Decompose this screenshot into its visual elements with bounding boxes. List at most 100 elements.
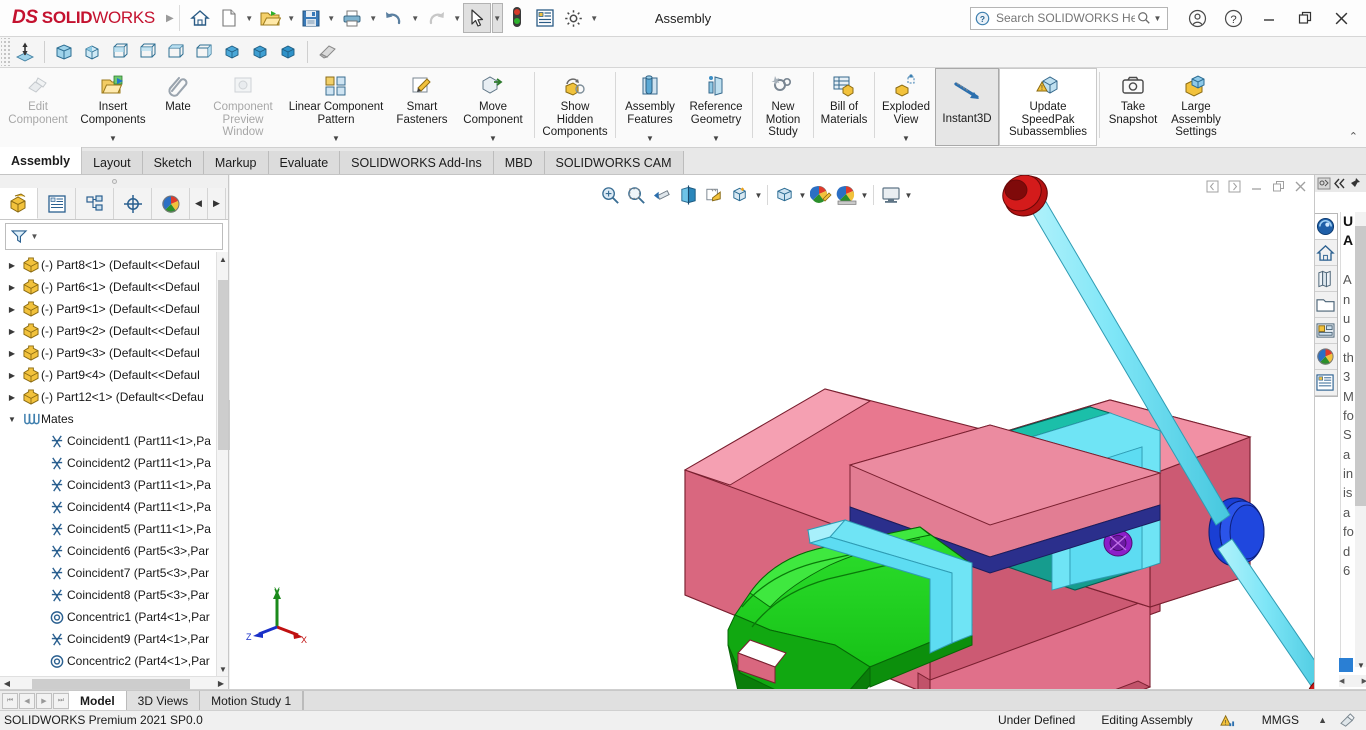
tree-item[interactable]: ▶ (-) Part9<3> (Default<<Defaul	[0, 342, 228, 364]
ribbon-show-hidden-components[interactable]: Show Hidden Components	[537, 68, 613, 146]
solidworks-forum-tab[interactable]	[1315, 370, 1337, 396]
scroll-thumb[interactable]	[218, 280, 228, 450]
tab-evaluate[interactable]: Evaluate	[268, 151, 341, 174]
help-button[interactable]: ?	[1216, 3, 1250, 33]
solidworks-logo[interactable]: DS SOLID WORKS	[0, 0, 155, 37]
solidworks-resources-tab[interactable]	[1315, 214, 1337, 240]
file-explorer-tab[interactable]	[1315, 266, 1337, 292]
search-help-box[interactable]: ? ▼	[970, 6, 1168, 30]
pin-icon[interactable]	[1348, 177, 1361, 190]
display-style-caret[interactable]: ▼	[754, 191, 763, 200]
ribbon-take-snapshot[interactable]: Take Snapshot	[1102, 68, 1164, 146]
task-pane-scrollbar[interactable]	[1355, 212, 1366, 667]
display-style-button[interactable]	[728, 182, 753, 208]
ribbon-mate[interactable]: Mate	[152, 68, 204, 146]
ribbon-dropdown-caret[interactable]: ▼	[902, 134, 910, 145]
tree-item[interactable]: Coincident4 (Part11<1>,Pa	[0, 496, 228, 518]
scroll-thumb[interactable]	[32, 678, 190, 689]
save-button[interactable]	[297, 3, 325, 33]
status-rebuild-indicator[interactable]: !	[1206, 711, 1249, 730]
status-customize-button[interactable]	[1333, 711, 1362, 730]
scroll-right-arrow[interactable]: ▶	[214, 679, 228, 688]
task-pane-options-icon[interactable]	[1317, 177, 1331, 190]
manager-tabs-prev-button[interactable]: ◀	[190, 188, 208, 219]
close-document-button[interactable]	[1290, 177, 1310, 195]
chevron-right-icon[interactable]: ▶	[4, 371, 20, 380]
ribbon-dropdown-caret[interactable]: ▼	[646, 134, 654, 145]
ribbon-assembly-features[interactable]: Assembly Features ▼	[618, 68, 682, 146]
scroll-thumb[interactable]	[1355, 226, 1366, 506]
display-manager-tab[interactable]	[152, 188, 190, 219]
scroll-right-arrow[interactable]: ▶	[1362, 677, 1366, 685]
account-button[interactable]	[1180, 3, 1214, 33]
ribbon-dropdown-caret[interactable]: ▼	[109, 134, 117, 145]
search-caret[interactable]: ▼	[1152, 14, 1163, 23]
chevron-down-icon[interactable]: ▼	[1357, 661, 1365, 670]
scroll-left-arrow[interactable]: ◀	[1339, 677, 1344, 685]
shaded-edges-button[interactable]	[246, 37, 274, 67]
bottom-tab-motion-study-1[interactable]: Motion Study 1	[200, 691, 304, 710]
tree-item[interactable]: ▶ (-) Part8<1> (Default<<Defaul	[0, 254, 228, 276]
tree-item[interactable]: ▼ Mates	[0, 408, 228, 430]
scroll-down-arrow[interactable]: ▼	[217, 662, 228, 676]
view-palette-tab[interactable]	[1315, 292, 1337, 318]
tree-item[interactable]: Coincident8 (Part5<3>,Par	[0, 584, 228, 606]
menu-expand-arrow[interactable]: ▶	[166, 13, 174, 24]
chevron-right-icon[interactable]: ▶	[4, 305, 20, 314]
tree-item[interactable]: Coincident6 (Part5<3>,Par	[0, 540, 228, 562]
zoom-to-area-button[interactable]	[624, 182, 649, 208]
tab-sketch[interactable]: Sketch	[142, 151, 204, 174]
dimetric-view-button[interactable]	[106, 37, 134, 67]
isometric-view-button[interactable]	[50, 37, 78, 67]
custom-properties-tab[interactable]	[1315, 344, 1337, 370]
close-window-button[interactable]	[1324, 3, 1358, 33]
undo-button[interactable]	[379, 3, 409, 33]
redo-button[interactable]	[421, 3, 451, 33]
ribbon-new-motion-study[interactable]: New Motion Study	[755, 68, 811, 146]
view-orientation-button[interactable]	[11, 37, 39, 67]
chevron-right-icon[interactable]: ▶	[4, 283, 20, 292]
new-document-caret[interactable]: ▼	[244, 14, 255, 23]
ribbon-smart-fasteners[interactable]: Smart Fasteners	[390, 68, 454, 146]
ribbon-update-speedpak-subassemblies[interactable]: ! Update SpeedPak Subassemblies	[999, 68, 1097, 146]
home-button[interactable]	[185, 3, 215, 33]
property-manager-tab[interactable]	[38, 188, 76, 219]
tree-item[interactable]: ▶ (-) Part9<2> (Default<<Defaul	[0, 320, 228, 342]
prev-tab-button[interactable]: ◀	[19, 692, 35, 709]
right-view-button[interactable]	[190, 37, 218, 67]
tab-layout[interactable]: Layout	[82, 151, 143, 174]
tree-item[interactable]: Coincident7 (Part5<3>,Par	[0, 562, 228, 584]
section-view-button[interactable]	[313, 37, 343, 67]
tree-item[interactable]: ▶ (-) Part9<1> (Default<<Defaul	[0, 298, 228, 320]
tab-solidworks-cam[interactable]: SOLIDWORKS CAM	[544, 151, 684, 174]
hide-show-items-button[interactable]	[772, 182, 797, 208]
ribbon-exploded-view[interactable]: Exploded View ▼	[877, 68, 935, 146]
minimize-window-button[interactable]	[1252, 3, 1286, 33]
manager-tabs-next-button[interactable]: ▶	[208, 188, 226, 219]
next-document-button[interactable]	[1224, 177, 1244, 195]
hidden-lines-button[interactable]	[274, 37, 302, 67]
ribbon-edit-component[interactable]: Edit Component	[2, 68, 74, 146]
dimxpert-manager-tab[interactable]	[114, 188, 152, 219]
tree-vertical-scrollbar[interactable]: ▲ ▼	[216, 252, 228, 676]
tree-item[interactable]: Concentric2 (Part4<1>,Par	[0, 650, 228, 672]
panel-collapse-handle[interactable]	[0, 175, 228, 188]
apply-scene-caret[interactable]: ▼	[860, 191, 869, 200]
open-document-caret[interactable]: ▼	[286, 14, 297, 23]
select-caret[interactable]: ▼	[491, 3, 503, 33]
ribbon-instant3d[interactable]: Instant3D	[935, 68, 999, 146]
collapse-chevrons-icon[interactable]	[1333, 177, 1346, 190]
appearances-scenes-tab[interactable]	[1315, 318, 1337, 344]
ribbon-large-assembly-settings[interactable]: Large Assembly Settings	[1164, 68, 1228, 146]
rebuild-button[interactable]	[503, 3, 531, 33]
minimize-document-button[interactable]	[1246, 177, 1266, 195]
options-button[interactable]	[559, 3, 588, 33]
tab-assembly[interactable]: Assembly	[0, 147, 83, 174]
collapse-ribbon-button[interactable]: ⌃	[1349, 130, 1366, 147]
restore-window-button[interactable]	[1288, 3, 1322, 33]
tab-mbd[interactable]: MBD	[493, 151, 545, 174]
view-settings-button[interactable]	[878, 182, 903, 208]
last-tab-button[interactable]: ⏭	[53, 692, 69, 709]
status-units-caret[interactable]: ▲	[1312, 711, 1333, 730]
design-library-tab[interactable]	[1315, 240, 1337, 266]
